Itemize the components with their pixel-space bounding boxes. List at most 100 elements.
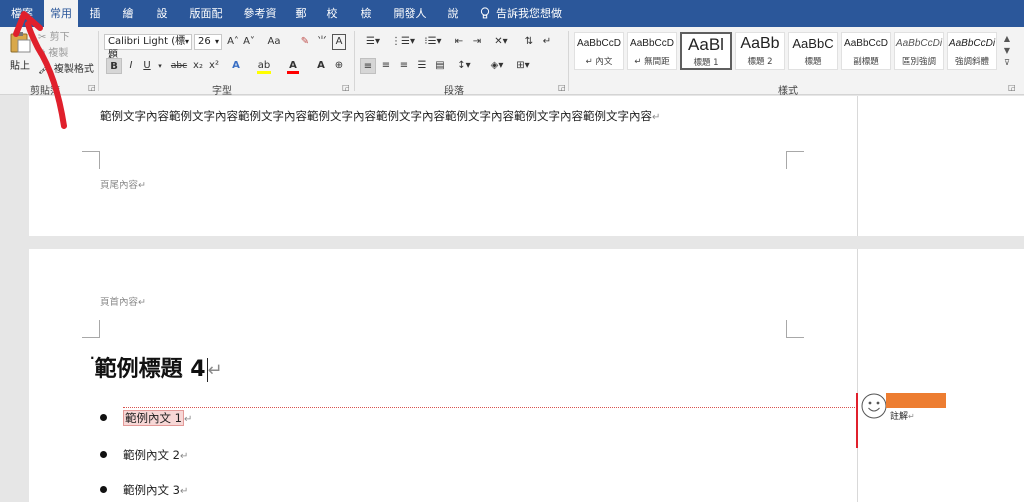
copy-label: 複製 bbox=[48, 48, 69, 59]
clear-formatting-icon[interactable]: ✎ bbox=[298, 34, 312, 50]
heading-4[interactable]: ·範例標題 4 ↵ bbox=[90, 351, 223, 383]
margin-corner-mark bbox=[82, 151, 100, 169]
superscript-button[interactable]: x² bbox=[206, 58, 222, 74]
chevron-down-icon[interactable]: ▼ bbox=[1004, 46, 1010, 55]
tab-layout[interactable]: 版面配置 bbox=[180, 0, 232, 47]
styles-gallery-scroll[interactable]: ▲ ▼ ⊽ bbox=[1001, 33, 1013, 73]
bold-button[interactable]: B bbox=[106, 58, 122, 74]
style-heading-1[interactable]: AaBl 標題 1 bbox=[680, 32, 732, 70]
line-spacing-button[interactable]: ↕▾ bbox=[452, 58, 476, 74]
style-title[interactable]: AaBbC 標題 bbox=[788, 32, 838, 70]
cut-button[interactable]: ✂ 剪下 bbox=[38, 30, 72, 46]
heading-text: 範例標題 4 bbox=[94, 357, 206, 382]
style-no-spacing[interactable]: AaBbCcD ↵ 無間距 bbox=[627, 32, 677, 70]
divider bbox=[568, 31, 569, 91]
character-shading-icon[interactable]: A bbox=[314, 58, 328, 74]
list-item-text: 範例內文 2 bbox=[123, 448, 180, 462]
style-subtitle[interactable]: AaBbCcD 副標題 bbox=[841, 32, 891, 70]
style-normal[interactable]: AaBbCcD ↵ 內文 bbox=[574, 32, 624, 70]
font-launcher-icon[interactable]: ◲ bbox=[342, 83, 350, 92]
justify-button[interactable]: ☰ bbox=[414, 58, 430, 74]
show-marks-icon[interactable]: ↵ bbox=[540, 34, 554, 50]
tab-review[interactable]: 校閱 bbox=[316, 0, 348, 47]
font-size-select[interactable]: 26 ▾ bbox=[194, 34, 222, 50]
strikethrough-button[interactable]: abc bbox=[168, 58, 190, 74]
multilevel-list-button[interactable]: ⁝☰▾ bbox=[420, 34, 446, 50]
paste-button[interactable]: 貼上 bbox=[6, 31, 34, 77]
clipboard-launcher-icon[interactable]: ◲ bbox=[88, 83, 96, 92]
paragraph-mark: ↵ bbox=[908, 412, 915, 421]
body-paragraph[interactable]: 範例文字內容範例文字內容範例文字內容範例文字內容範例文字內容範例文字內容範例文字… bbox=[100, 108, 660, 124]
tab-developer[interactable]: 開發人員 bbox=[384, 0, 436, 47]
tab-references[interactable]: 參考資料 bbox=[234, 0, 286, 47]
decrease-indent-icon[interactable]: ⇤ bbox=[452, 34, 466, 50]
tab-file[interactable]: 檔案 bbox=[0, 0, 44, 27]
style-emphasis[interactable]: AaBbCcDi 強調斜體 bbox=[947, 32, 997, 70]
style-heading-2[interactable]: AaBb 標題 2 bbox=[735, 32, 785, 70]
bullets-button[interactable]: ☰▾ bbox=[360, 34, 386, 50]
styles-launcher-icon[interactable]: ◲ bbox=[1008, 83, 1016, 92]
chevron-down-icon[interactable]: ▾ bbox=[156, 58, 164, 74]
style-name: 標題 1 bbox=[693, 58, 719, 68]
grow-font-button[interactable]: A˄ bbox=[226, 34, 240, 50]
style-name: 標題 2 bbox=[747, 57, 773, 67]
list-item[interactable]: 範例內文 3↵ bbox=[123, 482, 188, 498]
chevron-down-icon: ▾ bbox=[214, 37, 219, 46]
paragraph-mark: ↵ bbox=[179, 451, 189, 462]
change-case-button[interactable]: Aa bbox=[262, 34, 286, 50]
text-effects-icon[interactable]: A bbox=[228, 58, 244, 74]
comment-text[interactable]: 註解↵ bbox=[890, 409, 915, 422]
font-color-letter: A bbox=[289, 60, 297, 71]
style-subtle-emphasis[interactable]: AaBbCcDi 區別強調 bbox=[894, 32, 944, 70]
align-center-button[interactable]: ≡ bbox=[378, 58, 394, 74]
highlight-color-button[interactable]: ab bbox=[256, 58, 272, 74]
tab-insert[interactable]: 插入 bbox=[80, 0, 110, 47]
shading-button[interactable]: ◈▾ bbox=[486, 58, 508, 74]
shrink-font-button[interactable]: A˅ bbox=[242, 34, 256, 50]
tab-design[interactable]: 設計 bbox=[146, 0, 178, 47]
italic-button[interactable]: I bbox=[124, 58, 138, 74]
distributed-button[interactable]: ▤ bbox=[432, 58, 448, 74]
font-color-button[interactable]: A bbox=[286, 58, 300, 74]
align-left-button[interactable]: ≡ bbox=[360, 58, 376, 74]
paragraph-mark: ↵ bbox=[207, 360, 223, 381]
list-item[interactable]: 範例內文 2↵ bbox=[123, 447, 188, 463]
style-sample: AaBbCcD bbox=[844, 38, 888, 49]
tell-me-search[interactable]: 告訴我您想做什麼 bbox=[474, 0, 578, 47]
enclose-character-icon[interactable]: ⊕ bbox=[332, 58, 346, 74]
tab-mailings[interactable]: 郵件 bbox=[286, 0, 316, 47]
cut-label: 剪下 bbox=[49, 32, 70, 43]
style-name: ↵ 無間距 bbox=[634, 57, 670, 67]
subscript-button[interactable]: x₂ bbox=[190, 58, 206, 74]
borders-button[interactable]: ⊞▾ bbox=[512, 58, 534, 74]
format-painter-button[interactable]: 🖌 複製格式 bbox=[38, 62, 94, 78]
tab-help[interactable]: 說明 bbox=[438, 0, 468, 47]
increase-indent-icon[interactable]: ⇥ bbox=[470, 34, 484, 50]
phonetic-guide-icon[interactable]: ⺌ bbox=[314, 34, 330, 50]
chevron-up-icon[interactable]: ▲ bbox=[1004, 34, 1010, 43]
list-item[interactable]: 範例內文 1 ↵ bbox=[123, 410, 192, 426]
copy-button[interactable]: ⧉ 複製 bbox=[38, 46, 72, 62]
divider bbox=[98, 31, 99, 91]
character-border-icon[interactable]: A bbox=[332, 34, 346, 50]
tab-draw[interactable]: 繪圖 bbox=[112, 0, 144, 47]
sort-icon[interactable]: ⇅ bbox=[522, 34, 536, 50]
header[interactable]: 頁首內容↵ bbox=[100, 294, 146, 308]
tab-home[interactable]: 常用 bbox=[44, 0, 78, 27]
align-right-button[interactable]: ≡ bbox=[396, 58, 412, 74]
list-bullet bbox=[100, 486, 107, 493]
asian-layout-icon[interactable]: ✕▾ bbox=[490, 34, 512, 50]
numbering-button[interactable]: ⋮☰▾ bbox=[390, 34, 416, 50]
underline-button[interactable]: U bbox=[140, 58, 154, 74]
list-bullet bbox=[100, 414, 107, 421]
commented-text[interactable]: 範例內文 1 bbox=[123, 410, 184, 426]
font-name-select[interactable]: Calibri Light (標題 ▾ bbox=[104, 34, 192, 61]
tab-view[interactable]: 檢視 bbox=[350, 0, 382, 47]
comment-card[interactable]: 註解↵ bbox=[860, 392, 960, 424]
footer[interactable]: 頁尾內容↵ bbox=[100, 177, 146, 191]
more-icon[interactable]: ⊽ bbox=[1004, 58, 1010, 67]
paragraph-group-label: 段落 bbox=[444, 86, 464, 97]
paragraph-launcher-icon[interactable]: ◲ bbox=[558, 83, 566, 92]
style-sample: AaBbCcD bbox=[577, 38, 621, 49]
style-sample: AaBbCcDi bbox=[895, 38, 943, 49]
